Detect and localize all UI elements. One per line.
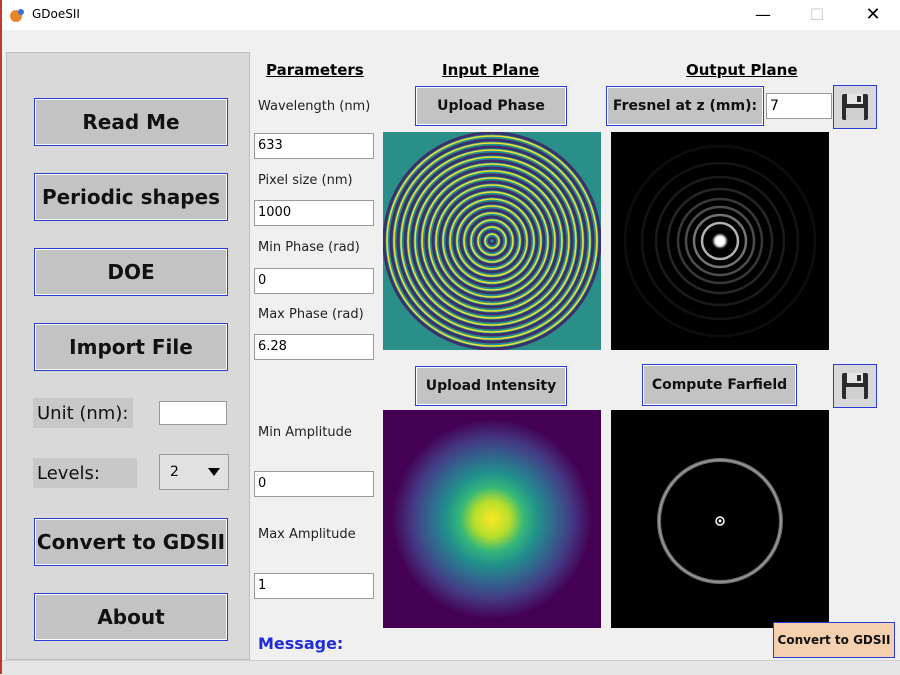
convert-to-gdsii-button[interactable]: Convert to GDSII	[34, 518, 228, 566]
status-bar	[2, 660, 900, 675]
parameters-header: Parameters	[266, 61, 364, 79]
min-phase-label: Min Phase (rad)	[258, 240, 360, 255]
wavelength-label: Wavelength (nm)	[258, 99, 371, 114]
close-button[interactable]: ✕	[850, 0, 896, 30]
unit-input[interactable]	[159, 401, 227, 425]
min-phase-input[interactable]: 0	[254, 268, 374, 294]
levels-label: Levels:	[33, 458, 137, 488]
convert-to-gdsii-small-button[interactable]: Convert to GDSII	[773, 622, 895, 658]
doe-button[interactable]: DOE	[34, 248, 228, 296]
message-label: Message:	[258, 634, 344, 653]
max-amplitude-label: Max Amplitude	[258, 527, 356, 542]
maximize-button[interactable]: ☐	[794, 0, 840, 30]
min-amplitude-label: Min Amplitude	[258, 425, 352, 440]
left-nav-panel: Read Me Periodic shapes DOE Import File …	[6, 52, 250, 660]
read-me-button[interactable]: Read Me	[34, 98, 228, 146]
chevron-down-icon	[208, 468, 220, 476]
unit-label: Unit (nm):	[33, 398, 133, 428]
max-amplitude-input[interactable]: 1	[254, 573, 374, 599]
save-fresnel-button[interactable]	[833, 85, 877, 129]
max-phase-label: Max Phase (rad)	[258, 307, 364, 322]
title-bar: GDoeSII — ☐ ✕	[2, 0, 900, 30]
floppy-disk-icon	[842, 373, 868, 399]
max-phase-input[interactable]: 6.28	[254, 334, 374, 360]
pixel-size-input[interactable]: 1000	[254, 200, 374, 226]
levels-dropdown[interactable]: 2	[159, 454, 229, 490]
import-file-button[interactable]: Import File	[34, 323, 228, 371]
farfield-output-image	[611, 410, 829, 628]
app-window: GDoeSII — ☐ ✕ Read Me Periodic shapes DO…	[0, 0, 900, 675]
input-plane-header: Input Plane	[442, 61, 540, 79]
intensity-image	[383, 410, 601, 628]
fresnel-output-image	[611, 132, 829, 350]
phase-image	[383, 132, 601, 350]
minimize-button[interactable]: —	[740, 0, 786, 30]
min-amplitude-input[interactable]: 0	[254, 471, 374, 497]
window-title: GDoeSII	[32, 7, 80, 21]
upload-phase-button[interactable]: Upload Phase	[415, 86, 567, 126]
floppy-disk-icon	[842, 94, 868, 120]
output-plane-header: Output Plane	[686, 61, 798, 79]
periodic-shapes-button[interactable]: Periodic shapes	[34, 173, 228, 221]
app-logo-icon	[10, 9, 24, 22]
levels-selected-value: 2	[170, 464, 179, 480]
about-button[interactable]: About	[34, 593, 228, 641]
upload-intensity-button[interactable]: Upload Intensity	[415, 366, 567, 406]
fresnel-z-input[interactable]: 7	[766, 93, 832, 119]
save-farfield-button[interactable]	[833, 364, 877, 408]
fresnel-button[interactable]: Fresnel at z (mm):	[606, 86, 764, 126]
pixel-size-label: Pixel size (nm)	[258, 173, 353, 188]
compute-farfield-button[interactable]: Compute Farfield	[642, 364, 797, 406]
wavelength-input[interactable]: 633	[254, 133, 374, 159]
